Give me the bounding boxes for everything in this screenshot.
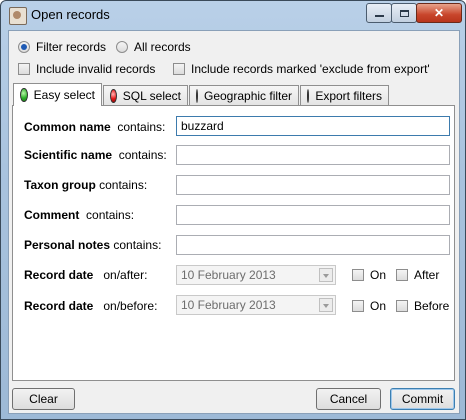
tab-label: Easy select bbox=[33, 88, 95, 102]
close-button[interactable]: ✕ bbox=[416, 3, 462, 23]
date-value: 10 February 2013 bbox=[181, 268, 276, 282]
tab-label: Export filters bbox=[315, 88, 382, 103]
personal-notes-input[interactable] bbox=[176, 235, 450, 255]
open-records-window: Open records ✕ Filter records All record… bbox=[0, 0, 466, 420]
radio-indicator[interactable] bbox=[116, 41, 128, 53]
checkbox-date-before[interactable]: Before bbox=[396, 299, 449, 313]
checkbox-include-invalid[interactable]: Include invalid records bbox=[18, 62, 155, 76]
checkbox-label: On bbox=[370, 299, 387, 313]
status-red-icon bbox=[196, 88, 198, 103]
checkbox-box[interactable] bbox=[352, 300, 364, 312]
dialog-client-area: Filter records All records Include inval… bbox=[8, 30, 460, 414]
checkbox-box[interactable] bbox=[173, 63, 185, 75]
checkbox-box[interactable] bbox=[18, 63, 30, 75]
checkbox-box[interactable] bbox=[396, 300, 408, 312]
radio-all-records[interactable]: All records bbox=[116, 40, 191, 54]
minimize-button[interactable] bbox=[366, 3, 392, 23]
field-label-common-name: Common name contains: bbox=[24, 120, 165, 134]
field-name: Comment bbox=[24, 208, 80, 222]
tab-export-filters[interactable]: Export filters bbox=[300, 85, 389, 105]
checkbox-include-excluded[interactable]: Include records marked 'exclude from exp… bbox=[173, 62, 430, 76]
checkbox-box[interactable] bbox=[352, 269, 364, 281]
field-label-record-date-before: Record date on/before: bbox=[24, 299, 157, 313]
maximize-icon bbox=[399, 9, 409, 17]
field-label-taxon-group: Taxon group contains: bbox=[24, 178, 147, 192]
checkbox-label: Include invalid records bbox=[36, 62, 156, 76]
status-red-icon bbox=[307, 88, 310, 103]
field-operator: contains: bbox=[113, 238, 162, 252]
field-name: Common name bbox=[24, 120, 111, 134]
radio-label: Filter records bbox=[36, 40, 107, 54]
checkbox-date-after[interactable]: After bbox=[396, 268, 439, 282]
minimize-icon bbox=[374, 15, 384, 17]
field-name: Scientific name bbox=[24, 148, 113, 162]
radio-filter-records[interactable]: Filter records bbox=[18, 40, 106, 54]
common-name-input[interactable]: buzzard bbox=[176, 116, 450, 136]
field-operator: on/after: bbox=[103, 268, 148, 282]
field-label-personal-notes: Personal notes contains: bbox=[24, 238, 161, 252]
checkbox-date-before-on[interactable]: On bbox=[352, 299, 386, 313]
tab-label: SQL select bbox=[122, 88, 181, 103]
tab-sql-select[interactable]: SQL select bbox=[103, 85, 188, 105]
easy-select-panel: Common name contains: buzzard Scientific… bbox=[12, 105, 455, 381]
field-name: Record date bbox=[24, 299, 94, 313]
field-label-scientific-name: Scientific name contains: bbox=[24, 148, 167, 162]
checkbox-label: Before bbox=[414, 299, 450, 313]
window-title: Open records bbox=[31, 7, 110, 22]
date-after-picker[interactable]: 10 February 2013 bbox=[176, 265, 336, 285]
scientific-name-input[interactable] bbox=[176, 145, 450, 165]
app-icon bbox=[9, 7, 27, 25]
checkbox-date-after-on[interactable]: On bbox=[352, 268, 386, 282]
field-operator: contains: bbox=[117, 120, 166, 134]
field-name: Personal notes bbox=[24, 238, 111, 252]
calendar-dropdown-icon[interactable] bbox=[319, 298, 333, 312]
tab-label: Geographic filter bbox=[204, 88, 293, 103]
close-icon: ✕ bbox=[433, 6, 445, 20]
field-operator: on/before: bbox=[103, 299, 158, 313]
comment-input[interactable] bbox=[176, 205, 450, 225]
field-operator: contains: bbox=[118, 148, 167, 162]
tab-easy-select[interactable]: Easy select bbox=[13, 83, 102, 106]
field-operator: contains: bbox=[99, 178, 148, 192]
checkbox-box[interactable] bbox=[396, 269, 408, 281]
field-label-record-date-after: Record date on/after: bbox=[24, 268, 147, 282]
date-before-picker[interactable]: 10 February 2013 bbox=[176, 295, 336, 315]
checkbox-label: After bbox=[414, 268, 440, 282]
cancel-button[interactable]: Cancel bbox=[316, 388, 381, 410]
calendar-dropdown-icon[interactable] bbox=[319, 268, 333, 282]
status-green-icon bbox=[20, 88, 28, 102]
checkbox-label: Include records marked 'exclude from exp… bbox=[191, 62, 430, 76]
status-red-icon bbox=[110, 88, 117, 103]
tab-geographic-filter[interactable]: Geographic filter bbox=[189, 85, 299, 105]
field-label-comment: Comment contains: bbox=[24, 208, 134, 222]
clear-button[interactable]: Clear bbox=[12, 388, 75, 410]
maximize-button[interactable] bbox=[391, 3, 417, 23]
commit-button[interactable]: Commit bbox=[390, 388, 455, 410]
radio-label: All records bbox=[134, 40, 191, 54]
taxon-group-input[interactable] bbox=[176, 175, 450, 195]
field-name: Record date bbox=[24, 268, 94, 282]
checkbox-label: On bbox=[370, 268, 387, 282]
field-operator: contains: bbox=[86, 208, 135, 222]
radio-indicator[interactable] bbox=[18, 41, 30, 53]
field-name: Taxon group bbox=[24, 178, 96, 192]
date-value: 10 February 2013 bbox=[181, 298, 276, 312]
title-bar[interactable]: Open records ✕ bbox=[1, 1, 465, 29]
